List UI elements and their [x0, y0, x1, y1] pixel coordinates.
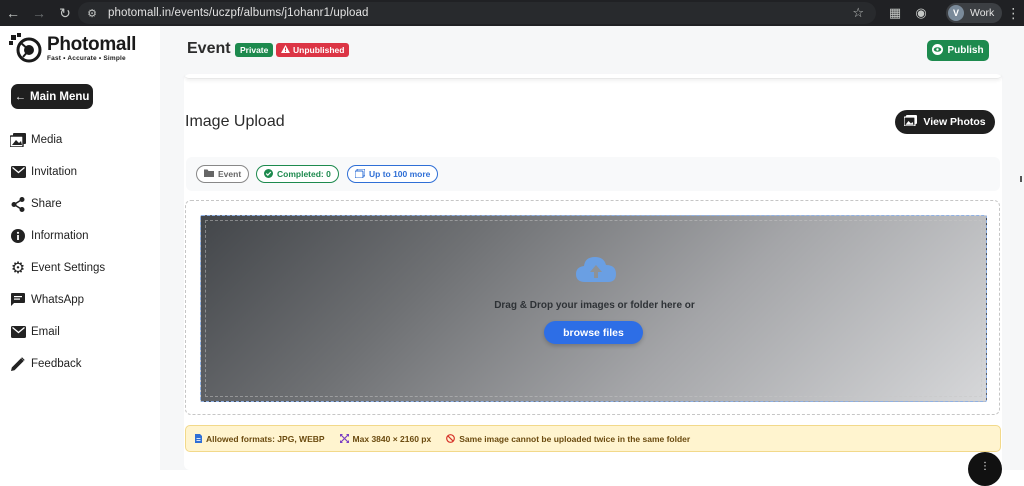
dropzone-instructions: Drag & Drop your images or folder here o… — [494, 300, 695, 311]
main-menu-label: Main Menu — [30, 90, 90, 103]
gear-icon: ⚙ — [10, 260, 26, 277]
sidebar-item-label: Share — [31, 198, 62, 210]
share-icon — [9, 195, 27, 213]
back-icon[interactable]: ← — [0, 0, 26, 26]
sidebar-item-label: Email — [31, 326, 60, 338]
bookmark-star-icon[interactable]: ☆ — [852, 5, 864, 21]
images-icon — [354, 168, 366, 180]
resize-icon — [339, 434, 349, 443]
sidebar-item-email[interactable]: Email — [0, 316, 160, 348]
sidebar-item-information[interactable]: Information — [0, 220, 160, 252]
info-text: Max 3840 × 2160 px — [352, 433, 432, 444]
mail-icon — [9, 323, 27, 341]
cloud-upload-icon — [576, 257, 616, 282]
warning-icon — [281, 45, 290, 55]
dropzone[interactable]: Drag & Drop your images or folder here o… — [200, 215, 987, 402]
upload-rules-bar: Allowed formats: JPG, WEBP Max 3840 × 21… — [185, 425, 1001, 452]
section-title: Image Upload — [185, 113, 285, 130]
info-icon — [9, 227, 27, 245]
folder-chip[interactable]: Event — [196, 165, 250, 183]
profile-label: Work — [970, 7, 995, 19]
upload-card: Image Upload View Photos Event Completed… — [184, 74, 1002, 470]
reload-icon[interactable]: ↻ — [52, 0, 78, 26]
page-header: Event Private Unpublished Publish — [160, 26, 1024, 74]
sidebar-nav: Media Invitation Share Information ⚙ Eve… — [0, 124, 160, 380]
info-text: Same image cannot be uploaded twice in t… — [459, 433, 691, 444]
mail-icon — [9, 163, 27, 181]
avatar: V — [948, 5, 964, 21]
allowed-formats: Allowed formats: JPG, WEBP — [195, 434, 325, 444]
url-text[interactable]: photomall.in/events/uczpf/albums/j1ohanr… — [108, 7, 369, 19]
sidebar-item-label: WhatsApp — [31, 294, 85, 306]
folder-icon — [204, 169, 214, 179]
badge-label: Private — [240, 45, 269, 55]
sidebar-item-label: Event Settings — [31, 262, 106, 274]
browser-toolbar: ← → ↻ ⚙ photomall.in/events/uczpf/albums… — [0, 0, 1024, 26]
logo-mark-icon — [9, 33, 42, 63]
publish-label: Publish — [947, 45, 984, 56]
ban-icon — [446, 434, 456, 443]
sidebar-item-media[interactable]: Media — [0, 124, 160, 156]
brand-name: Photomall — [47, 34, 137, 55]
view-photos-label: View Photos — [923, 116, 986, 128]
sidebar: Photomall Fast • Accurate • Simple ← Mai… — [0, 26, 160, 470]
file-icon — [195, 434, 202, 443]
sidebar-item-label: Information — [31, 230, 89, 242]
publish-button[interactable]: Publish — [927, 40, 989, 61]
info-text: Allowed formats: JPG, WEBP — [206, 433, 325, 444]
badge-label: Unpublished — [293, 45, 345, 55]
pencil-icon — [9, 355, 27, 373]
arrow-left-icon: ← — [14, 90, 27, 103]
address-bar[interactable]: ⚙ photomall.in/events/uczpf/albums/j1oha… — [78, 2, 876, 24]
max-dimensions: Max 3840 × 2160 px — [339, 433, 432, 444]
sidebar-item-feedback[interactable]: Feedback — [0, 348, 160, 380]
view-photos-button[interactable]: View Photos — [895, 110, 995, 134]
chat-icon — [9, 291, 27, 309]
completed-chip: Completed: 0 — [256, 165, 339, 183]
brand-tagline: Fast • Accurate • Simple — [47, 55, 126, 62]
scrollbar-thumb[interactable] — [1020, 176, 1022, 182]
status-badge-private: Private — [235, 43, 274, 57]
collapsed-panel — [184, 74, 1002, 79]
profile-button[interactable]: V Work — [946, 3, 1003, 23]
sidebar-item-whatsapp[interactable]: WhatsApp — [0, 284, 160, 316]
sidebar-item-event-settings[interactable]: ⚙ Event Settings — [0, 252, 160, 284]
browse-files-button[interactable]: browse files — [544, 321, 643, 344]
main-content: Event Private Unpublished Publish Image … — [160, 26, 1024, 470]
main-menu-button[interactable]: ← Main Menu — [11, 84, 93, 109]
upload-status-bar: Event Completed: 0 Up to 100 more — [186, 157, 1000, 191]
photo-library-icon — [903, 115, 918, 129]
photo-library-icon — [9, 131, 27, 149]
forward-icon[interactable]: → — [26, 0, 52, 26]
upload-limit-chip: Up to 100 more — [347, 165, 439, 183]
check-circle-icon — [264, 168, 273, 180]
sidebar-item-label: Invitation — [31, 166, 78, 178]
sidebar-item-label: Media — [31, 134, 63, 146]
help-chat-icon[interactable]: ⋮ — [968, 452, 1002, 486]
status-badge-unpublished: Unpublished — [276, 43, 350, 57]
extensions-icon[interactable]: ▦ — [882, 0, 908, 26]
sync-icon[interactable]: ◉ — [908, 0, 934, 26]
sidebar-item-invitation[interactable]: Invitation — [0, 156, 160, 188]
chip-label: Completed: 0 — [277, 169, 331, 179]
page-title: Event — [187, 40, 231, 57]
kebab-menu-icon[interactable]: ⋮ — [1002, 0, 1024, 26]
eye-icon — [932, 43, 944, 58]
sidebar-item-share[interactable]: Share — [0, 188, 160, 220]
chip-label: Event — [218, 169, 242, 179]
brand-logo[interactable]: Photomall Fast • Accurate • Simple — [9, 33, 136, 63]
dropzone-container: Drag & Drop your images or folder here o… — [185, 200, 1000, 415]
site-settings-icon[interactable]: ⚙ — [84, 5, 100, 21]
sidebar-item-label: Feedback — [31, 358, 82, 370]
duplicate-rule: Same image cannot be uploaded twice in t… — [446, 434, 690, 444]
chip-label: Up to 100 more — [369, 169, 431, 179]
